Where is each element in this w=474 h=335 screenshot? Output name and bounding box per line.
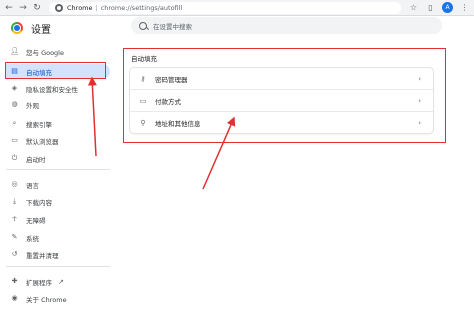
arrow-to-card bbox=[202, 116, 236, 190]
arrow-to-sidebar bbox=[87, 76, 97, 157]
annotation-arrows bbox=[87, 76, 236, 190]
